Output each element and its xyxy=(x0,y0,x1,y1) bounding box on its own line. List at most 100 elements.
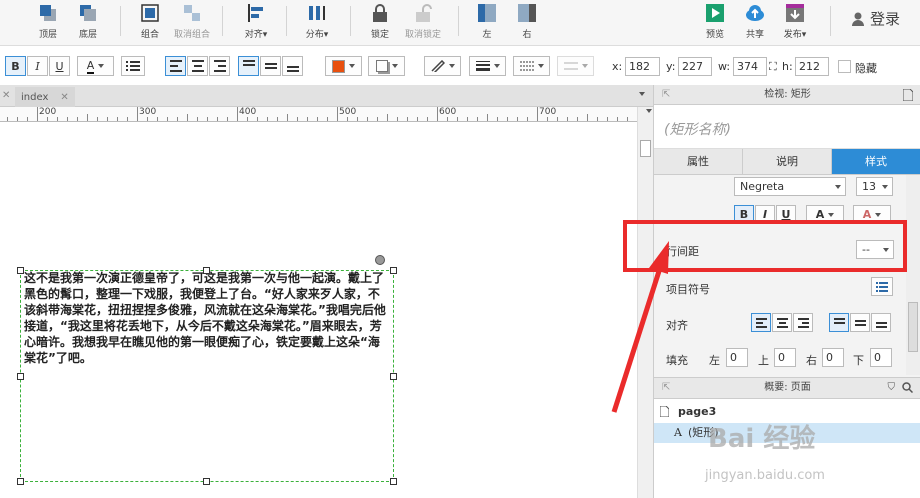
valign-top-button[interactable] xyxy=(829,313,849,332)
inspector-scrollbar[interactable] xyxy=(906,175,920,375)
group-button[interactable]: 组合 xyxy=(130,3,170,40)
resize-handle[interactable] xyxy=(390,267,397,274)
w-input[interactable]: 374 xyxy=(733,57,767,76)
filter-icon[interactable]: ⛉ xyxy=(888,378,896,398)
unlock-icon xyxy=(416,4,432,22)
close-icon[interactable]: ✕ xyxy=(2,90,10,101)
rectangle-text[interactable]: 这不是我第一次演正德皇帝了，可这是我第一次与他一起演。戴上了黑色的髯口，整理一下… xyxy=(20,270,394,366)
distribute-button[interactable]: 分布▾ xyxy=(297,3,337,40)
share-button[interactable]: 共享 xyxy=(735,3,775,40)
publish-icon xyxy=(786,4,804,22)
valign-bottom-button[interactable] xyxy=(871,313,891,332)
tab-style[interactable]: 样式 xyxy=(832,149,920,175)
align-right-icon xyxy=(797,317,809,328)
ruler-tick xyxy=(477,117,478,121)
resize-handle[interactable] xyxy=(17,373,24,380)
inspector-tabs: 属性 说明 样式 xyxy=(654,149,920,175)
tab-notes[interactable]: 说明 xyxy=(743,149,832,175)
resize-handle[interactable] xyxy=(17,478,24,485)
preview-button[interactable]: 预览 xyxy=(695,3,735,40)
tab-index[interactable]: index ✕ xyxy=(15,87,75,107)
align-right-button[interactable] xyxy=(793,313,813,332)
bring-to-front-button[interactable]: 顶层 xyxy=(28,3,68,40)
valign-middle-button[interactable] xyxy=(850,313,870,332)
padding-bottom-input[interactable]: 0 xyxy=(870,348,892,367)
bold-button[interactable]: B xyxy=(5,56,26,76)
padding-left-input[interactable]: 0 xyxy=(726,348,748,367)
w-label: w: xyxy=(718,60,731,73)
line-color-dropdown[interactable] xyxy=(424,56,461,76)
shape-name-input[interactable]: (矩形名称) xyxy=(654,105,920,149)
canvas-scrollbar[interactable] xyxy=(637,107,653,498)
shadow-dropdown[interactable] xyxy=(368,56,405,76)
valign-middle-button[interactable] xyxy=(260,56,281,76)
valign-bottom-button[interactable] xyxy=(282,56,303,76)
h-input[interactable]: 212 xyxy=(795,57,829,76)
font-weight-select[interactable]: Negreta xyxy=(734,177,846,196)
font-color-dropdown[interactable]: A xyxy=(77,56,114,76)
chevron-up-icon[interactable] xyxy=(646,109,652,113)
scrollbar-thumb[interactable] xyxy=(908,302,918,352)
bullet-list-button[interactable] xyxy=(121,56,145,76)
toolbar-divider xyxy=(222,6,223,36)
left-panel-button[interactable]: 左 xyxy=(467,3,507,40)
panel-right-icon xyxy=(518,4,536,22)
underline-button[interactable]: U xyxy=(49,56,70,76)
tab-properties[interactable]: 属性 xyxy=(654,149,743,175)
ruler-tick xyxy=(377,117,378,121)
resize-handle[interactable] xyxy=(203,267,210,274)
page-icon[interactable] xyxy=(903,89,913,101)
fill-color-dropdown[interactable] xyxy=(325,56,362,76)
collapse-icon[interactable]: ⇱ xyxy=(662,85,670,105)
scrollbar-thumb[interactable] xyxy=(640,140,651,157)
y-input[interactable]: 227 xyxy=(678,57,712,76)
padding-left-label: 左 xyxy=(709,354,720,367)
ruler-tick xyxy=(607,117,608,121)
italic-button[interactable]: I xyxy=(27,56,48,76)
lock-ratio-icon[interactable]: ⛶ xyxy=(769,60,777,74)
chevron-down-icon[interactable] xyxy=(639,92,645,96)
ruler-tick xyxy=(67,117,68,121)
outline-header: ⇱ 概要: 页面 ⛉ xyxy=(654,377,920,399)
ruler-tick xyxy=(167,117,168,121)
resize-handle[interactable] xyxy=(390,478,397,485)
align-left-button[interactable] xyxy=(751,313,771,332)
resize-handle[interactable] xyxy=(390,373,397,380)
arrow-style-dropdown[interactable] xyxy=(557,56,594,76)
align-button[interactable]: 对齐▾ xyxy=(236,3,276,40)
horizontal-ruler: 200300400500600700800 xyxy=(0,107,637,122)
login-button[interactable]: 登录 xyxy=(851,8,900,29)
lock-button[interactable]: 锁定 xyxy=(360,3,400,40)
align-center-button[interactable] xyxy=(772,313,792,332)
ruler-tick xyxy=(247,117,248,121)
padding-right-input[interactable]: 0 xyxy=(822,348,844,367)
resize-handle[interactable] xyxy=(203,478,210,485)
line-style-dropdown[interactable] xyxy=(513,56,550,76)
line-width-dropdown[interactable] xyxy=(469,56,506,76)
padding-top-input[interactable]: 0 xyxy=(774,348,796,367)
unlock-button[interactable]: 取消锁定 xyxy=(403,3,443,40)
rotation-handle[interactable] xyxy=(375,255,385,265)
align-right-button[interactable] xyxy=(209,56,230,76)
right-panel-button[interactable]: 右 xyxy=(507,3,547,40)
x-input[interactable]: 182 xyxy=(625,57,660,76)
collapse-icon[interactable]: ⇱ xyxy=(662,378,670,398)
ungroup-button[interactable]: 取消组合 xyxy=(172,3,212,40)
ruler-tick xyxy=(47,117,48,121)
align-center-button[interactable] xyxy=(187,56,208,76)
align-left-icon xyxy=(169,60,182,72)
shadow-icon xyxy=(375,60,388,72)
search-icon[interactable] xyxy=(902,382,913,393)
ruler-tick xyxy=(127,117,128,121)
ruler-tick xyxy=(597,117,598,121)
valign-top-button[interactable] xyxy=(238,56,259,76)
hidden-checkbox[interactable] xyxy=(838,60,851,73)
bullet-toggle[interactable] xyxy=(871,277,893,296)
send-to-back-button[interactable]: 底层 xyxy=(68,3,108,40)
publish-button[interactable]: 发布▾ xyxy=(775,3,815,40)
resize-handle[interactable] xyxy=(17,267,24,274)
close-icon[interactable]: ✕ xyxy=(60,92,68,103)
bullet-list-icon xyxy=(126,61,140,71)
align-left-button[interactable] xyxy=(165,56,186,76)
font-size-select[interactable]: 13 xyxy=(856,177,893,196)
